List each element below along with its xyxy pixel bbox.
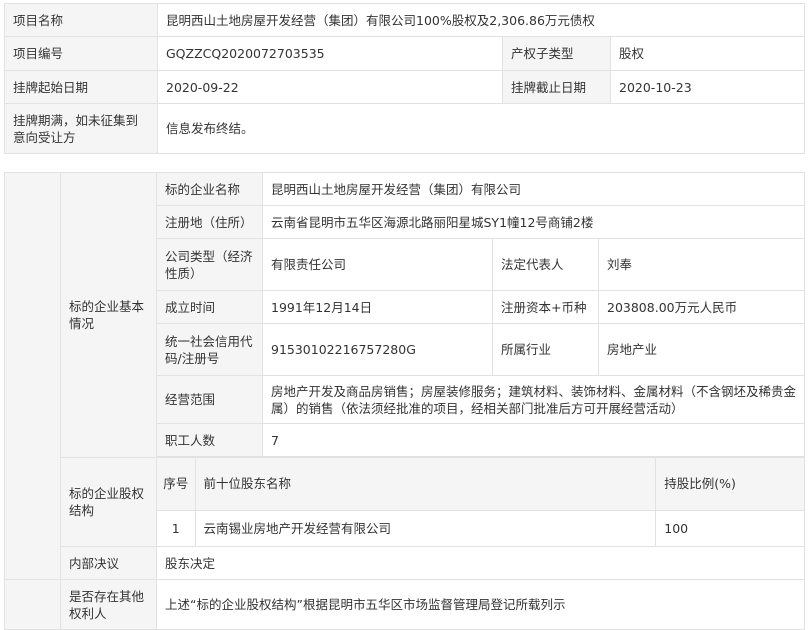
expire-label: 挂牌期满，如未征集到意向受让方 [4,103,158,154]
target-company-table: 标的企业基本情况 标的企业名称 昆明西山土地房屋开发经营（集团）有限公司 注册地… [4,172,806,630]
end-date-value: 2020-10-23 [609,70,806,104]
equity-header-row: 序号 前十位股东名称 持股比例(%) [157,458,805,511]
address-label: 注册地（住所） [156,205,263,239]
company-name-label: 标的企业名称 [156,172,263,206]
founded-label: 成立时间 [156,290,263,324]
expire-value: 信息发布终结。 [156,103,806,154]
project-name-row: 项目名称 昆明西山土地房屋开发经营（集团）有限公司100%股权及2,306.86… [4,3,806,37]
staff-label: 职工人数 [156,423,263,457]
founded-value: 1991年12月14日 [262,290,493,324]
staff-value: 7 [261,423,806,457]
equity-header-ratio: 持股比例(%) [655,458,805,511]
equity-row-holder: 云南锡业房地产开发经营有限公司 [194,509,657,546]
start-date-label: 挂牌起始日期 [4,70,158,104]
other-rights-gutter [4,579,61,630]
industry-value: 房地产业 [597,323,806,376]
equity-table: 序号 前十位股东名称 持股比例(%) 1 云南锡业房地产开发经营有限公司 100 [157,458,805,546]
decision-row: 内部决议 股东决定 [5,546,806,580]
equity-row: 标的企业股权结构 序号 前十位股东名称 持股比例(%) 1 云南锡业房地产开发经… [5,457,806,547]
credit-label: 统一社会信用代码/注册号 [156,323,263,376]
listing-dates-row: 挂牌起始日期 2020-09-22 挂牌截止日期 2020-10-23 [4,70,806,104]
start-date-value: 2020-09-22 [157,70,503,104]
equity-row-ratio: 100 [655,509,805,546]
industry-label: 所属行业 [492,323,599,376]
capital-value: 203808.00万元人民币 [597,290,806,324]
company-type-label: 公司类型（经济性质） [156,238,263,291]
end-date-label: 挂牌截止日期 [502,70,611,104]
scope-label: 经营范围 [156,375,263,424]
project-info-table: 项目名称 昆明西山土地房屋开发经营（集团）有限公司100%股权及2,306.86… [4,3,806,154]
capital-label: 注册资本+币种 [492,290,599,324]
company-type-value: 有限责任公司 [262,238,493,291]
left-gutter [4,172,61,580]
company-name-row: 标的企业基本情况 标的企业名称 昆明西山土地房屋开发经营（集团）有限公司 [4,172,806,580]
equity-label: 标的企业股权结构 [60,457,157,547]
equity-header-holder: 前十位股东名称 [194,458,657,511]
other-rights-row: 是否存在其他权利人 上述“标的企业股权结构”根据昆明市五华区市场监督管理局登记所… [4,579,806,630]
legal-rep-label: 法定代表人 [492,238,599,291]
equity-row-seq: 1 [157,509,196,546]
equity-cell: 序号 前十位股东名称 持股比例(%) 1 云南锡业房地产开发经营有限公司 100 [155,457,806,547]
legal-rep-value: 刘奉 [597,238,806,291]
subtype-label: 产权子类型 [502,36,611,71]
credit-value: 91530102216757280G [262,323,493,376]
project-name-value: 昆明西山土地房屋开发经营（集团）有限公司100%股权及2,306.86万元债权 [156,3,806,37]
subtype-value: 股权 [609,36,806,71]
address-value: 云南省昆明市五华区海源北路丽阳星城SY1幢12号商铺2楼 [261,205,806,239]
equity-data-row: 1 云南锡业房地产开发经营有限公司 100 [157,509,805,546]
project-name-label: 项目名称 [4,3,158,37]
scope-value: 房地产开发及商品房销售；房屋装修服务；建筑材料、装饰材料、金属材料（不含钢坯及稀… [261,375,806,424]
equity-header-seq: 序号 [157,458,196,511]
basic-info-label: 标的企业基本情况 [60,172,157,458]
decision-label: 内部决议 [60,546,157,580]
other-rights-value: 上述“标的企业股权结构”根据昆明市五华区市场监督管理局登记所载列示 [155,579,806,630]
expire-row: 挂牌期满，如未征集到意向受让方 信息发布终结。 [4,103,806,154]
project-code-row: 项目编号 GQZZCQ2020072703535 产权子类型 股权 [4,36,806,71]
project-code-label: 项目编号 [4,36,158,71]
company-name-value: 昆明西山土地房屋开发经营（集团）有限公司 [261,172,806,206]
other-rights-label: 是否存在其他权利人 [60,579,157,630]
project-code-value: GQZZCQ2020072703535 [157,36,503,71]
decision-value: 股东决定 [155,546,806,580]
